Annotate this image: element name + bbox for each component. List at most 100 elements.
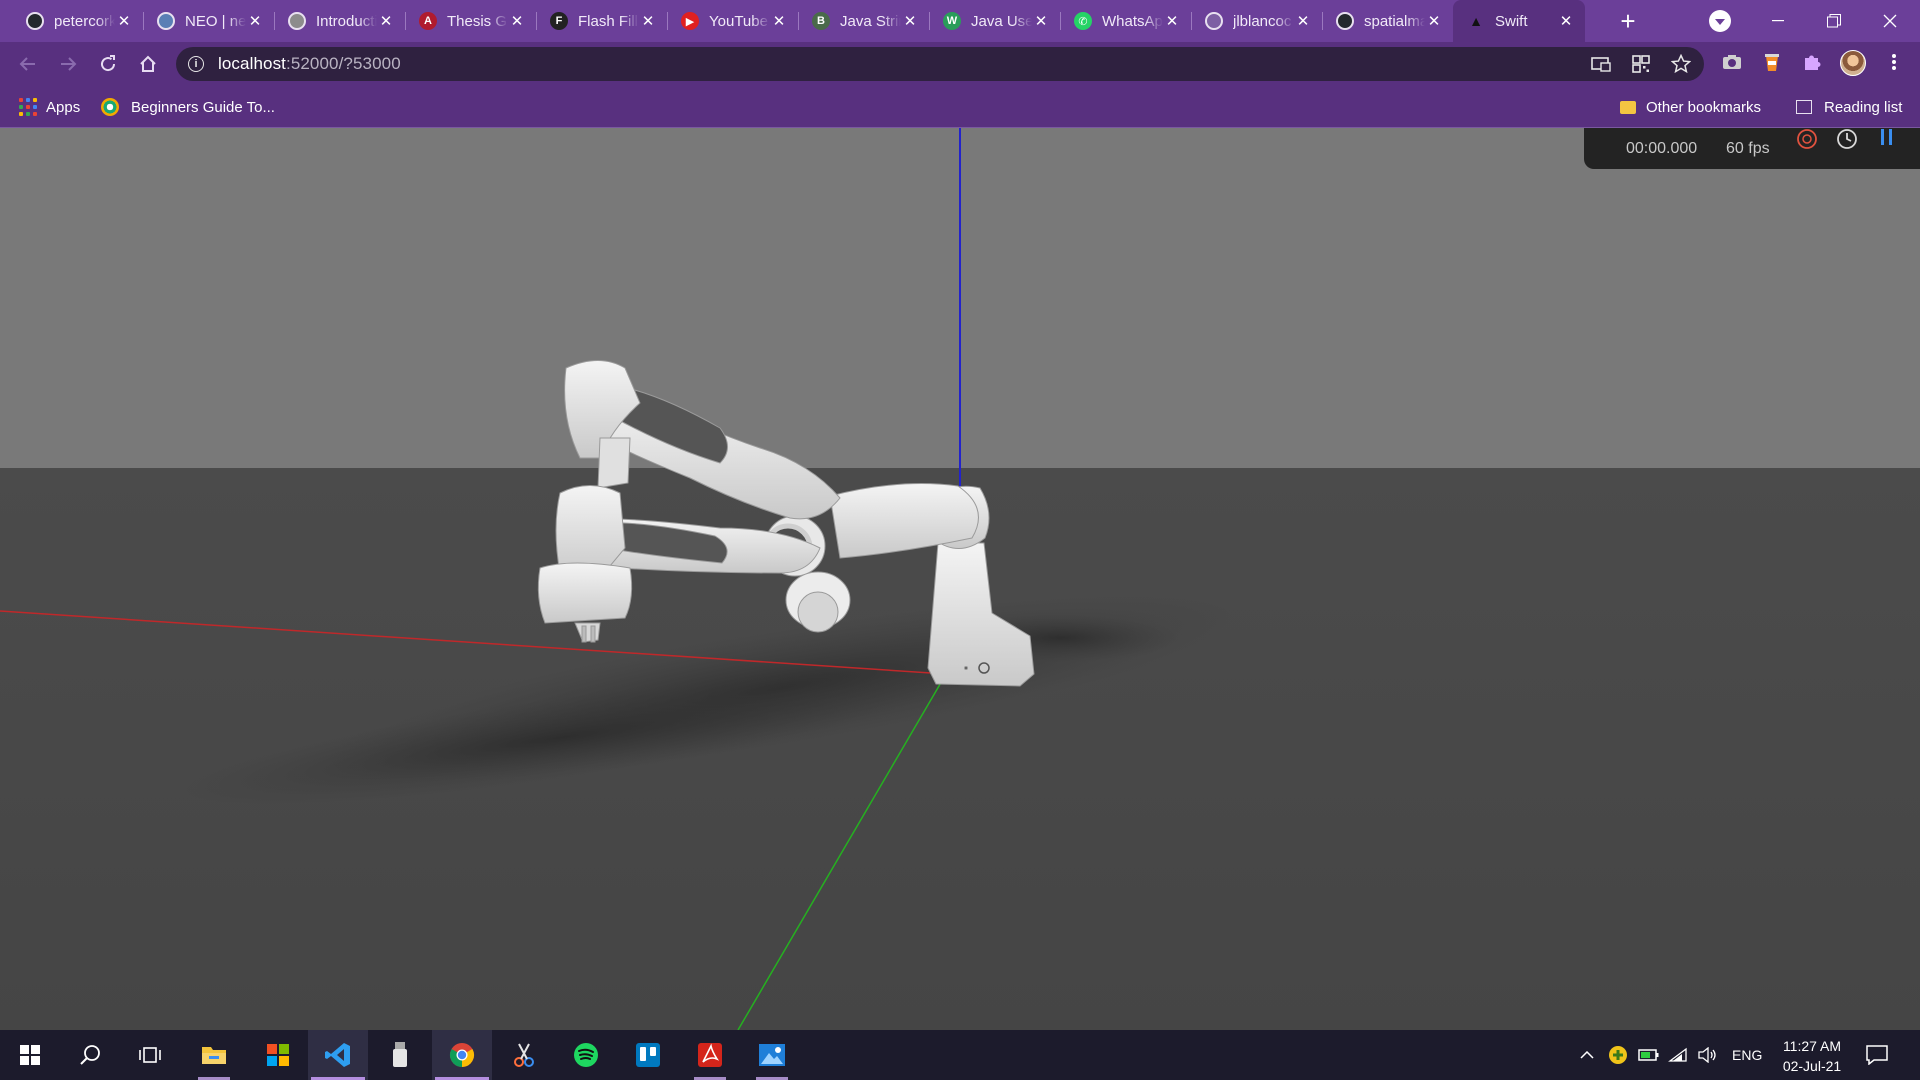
apps-grid-icon [19, 98, 37, 116]
tab-close-icon[interactable]: ✕ [1425, 12, 1443, 30]
gripper-finger-left [581, 625, 587, 643]
youtube-icon: ▶ [681, 12, 699, 30]
bookmark-star-icon[interactable] [1670, 53, 1692, 75]
notification-center-icon[interactable] [1866, 1030, 1888, 1080]
tab-9[interactable]: jlblancoc ✕ [1191, 0, 1322, 42]
tab-11[interactable]: ▲ Swift ✕ [1453, 0, 1585, 42]
volume-icon[interactable] [1698, 1030, 1718, 1080]
beginners-guide-icon [101, 98, 119, 116]
minimize-icon[interactable] [1750, 0, 1806, 42]
f-icon: F [550, 12, 568, 30]
tabs-container: petercorke/robotics-toolbox-python✕NEO |… [0, 0, 1585, 42]
url-host: localhost [218, 54, 286, 73]
restore-icon[interactable] [1806, 0, 1862, 42]
tab-title: Introduction [316, 12, 377, 30]
reload-icon[interactable] [94, 50, 122, 78]
tab-close-icon[interactable]: ✕ [508, 12, 526, 30]
tab-close-icon[interactable]: ✕ [639, 12, 657, 30]
tab-search-icon[interactable] [1709, 10, 1731, 32]
back-icon[interactable] [14, 50, 42, 78]
forward-icon[interactable] [54, 50, 82, 78]
usb-app-icon[interactable] [370, 1030, 430, 1080]
tab-title: Swift [1495, 12, 1528, 30]
profile-avatar[interactable] [1840, 50, 1866, 76]
bookmark-apps-label: Apps [46, 98, 81, 116]
photos-icon[interactable] [742, 1030, 802, 1080]
tab-close-icon[interactable]: ✕ [1557, 12, 1575, 30]
tab-title: jlblancoc [1233, 12, 1292, 30]
battery-icon[interactable] [1638, 1030, 1660, 1080]
url-text[interactable]: localhost:52000/?53000 [218, 54, 401, 74]
wifi-icon[interactable] [1668, 1030, 1688, 1080]
bookmark-apps[interactable]: Apps [19, 86, 80, 128]
reading-list-label: Reading list [1824, 98, 1903, 116]
coffee-extension-icon[interactable] [1760, 50, 1784, 74]
spotify-icon[interactable] [556, 1030, 616, 1080]
tab-close-icon[interactable]: ✕ [115, 12, 133, 30]
scene-canvas[interactable] [0, 128, 1920, 1030]
task-view-icon[interactable] [120, 1030, 180, 1080]
github-icon [1336, 12, 1354, 30]
swift-3d-viewport[interactable]: 00:00.000 60 fps [0, 128, 1920, 1030]
tab-4[interactable]: F Flash Fill ✕ [536, 0, 667, 42]
swift-hud: 00:00.000 60 fps [1584, 128, 1920, 169]
tab-close-icon[interactable]: ✕ [246, 12, 264, 30]
tray-overflow-icon[interactable] [1580, 1030, 1594, 1080]
trello-icon[interactable] [618, 1030, 678, 1080]
base-dot [964, 666, 968, 670]
file-explorer-icon[interactable] [184, 1030, 244, 1080]
camera-extension-icon[interactable] [1720, 50, 1744, 74]
vscode-icon[interactable] [308, 1030, 368, 1080]
reading-list-icon [1796, 100, 1812, 114]
github-icon [26, 12, 44, 30]
chrome-icon[interactable] [432, 1030, 492, 1080]
clock-time: 11:27 AM [1782, 1038, 1842, 1054]
tab-close-icon[interactable]: ✕ [901, 12, 919, 30]
tab-close-icon[interactable]: ✕ [377, 12, 395, 30]
site-info-icon[interactable]: i [188, 56, 204, 72]
new-tab-button[interactable]: + [1608, 0, 1648, 42]
tab-close-icon[interactable]: ✕ [1294, 12, 1312, 30]
tab-close-icon[interactable]: ✕ [1032, 12, 1050, 30]
cast-icon[interactable] [1590, 53, 1612, 75]
bookmark-other[interactable]: Other bookmarks [1620, 86, 1761, 128]
extensions-puzzle-icon[interactable] [1800, 50, 1824, 74]
tab-5[interactable]: ▶ YouTube ✕ [667, 0, 798, 42]
system-clock[interactable]: 11:27 AM 02-Jul-21 [1770, 1036, 1854, 1076]
tab-10[interactable]: spatialmath✕ [1322, 0, 1453, 42]
address-bar[interactable]: i localhost:52000/?53000 [176, 47, 1704, 81]
acrobat-icon[interactable] [680, 1030, 740, 1080]
microsoft-store-icon[interactable] [248, 1030, 308, 1080]
clock-date: 02-Jul-21 [1782, 1058, 1842, 1074]
tab-0[interactable]: petercorke/robotics-toolbox-python✕ [12, 0, 143, 42]
tab-8[interactable]: ✆ WhatsApp✕ [1060, 0, 1191, 42]
robot-hand [537, 562, 633, 624]
tab-title: WhatsApp [1102, 12, 1163, 30]
qr-code-icon[interactable] [1630, 53, 1652, 75]
globe-icon [157, 12, 175, 30]
close-window-icon[interactable] [1862, 0, 1918, 42]
reading-list[interactable]: Reading list [1796, 86, 1902, 128]
tab-3[interactable]: A Thesis Guidelines✕ [405, 0, 536, 42]
search-icon[interactable] [60, 1030, 120, 1080]
tab-close-icon[interactable]: ✕ [1163, 12, 1181, 30]
start-icon[interactable] [0, 1030, 60, 1080]
home-icon[interactable] [134, 50, 162, 78]
tab-7[interactable]: W Java User Input✕ [929, 0, 1060, 42]
tray-plus-icon[interactable] [1608, 1030, 1628, 1080]
tab-title: NEO | neo [185, 12, 246, 30]
tab-6[interactable]: B Java Strings✕ [798, 0, 929, 42]
tab-1[interactable]: NEO | neo✕ [143, 0, 274, 42]
hud-time: 00:00.000 [1626, 139, 1698, 157]
language-indicator[interactable]: ENG [1732, 1030, 1762, 1080]
b-icon: B [812, 12, 830, 30]
snip-icon[interactable] [494, 1030, 554, 1080]
tab-close-icon[interactable]: ✕ [770, 12, 788, 30]
gripper-finger-right [590, 625, 596, 643]
windows-taskbar: ENG 11:27 AM 02-Jul-21 [0, 1030, 1920, 1080]
bookmarks-bar: Apps Beginners Guide To... Other bookmar… [0, 86, 1920, 128]
chrome-menu-icon[interactable] [1882, 50, 1906, 74]
tab-2[interactable]: Introduction✕ [274, 0, 405, 42]
bookmark-beginners-guide[interactable]: Beginners Guide To... [101, 86, 275, 128]
tab-title: Java Strings [840, 12, 901, 30]
